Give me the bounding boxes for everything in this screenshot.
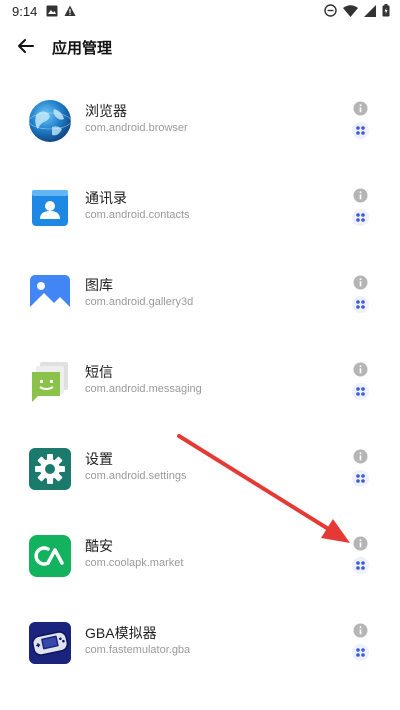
app-row-browser[interactable]: 浏览器 com.android.browser <box>0 99 400 186</box>
info-icon <box>353 101 368 116</box>
messaging-icon <box>28 360 72 404</box>
info-icon <box>353 188 368 203</box>
contacts-icon <box>28 186 72 230</box>
app-name: 通讯录 <box>85 190 127 206</box>
app-package: com.coolapk.market <box>85 557 184 569</box>
dots-grid-icon <box>352 383 369 400</box>
back-button[interactable] <box>14 34 38 58</box>
wifi-icon <box>343 4 358 17</box>
page-title: 应用管理 <box>52 40 113 57</box>
warning-icon <box>64 5 76 16</box>
dots-grid-icon <box>352 296 369 313</box>
info-icon <box>353 275 368 290</box>
arrow-left-icon <box>18 39 34 53</box>
app-name: 浏览器 <box>85 103 127 119</box>
info-button[interactable] <box>353 362 368 377</box>
app-package: com.fastemulator.gba <box>85 644 191 656</box>
battery-icon <box>382 4 390 17</box>
info-icon <box>353 362 368 377</box>
app-package: com.android.contacts <box>85 209 190 221</box>
app-row-contacts[interactable]: 通讯录 com.android.contacts <box>0 186 400 273</box>
app-row-messaging[interactable]: 短信 com.android.messaging <box>0 360 400 447</box>
status-right-icons <box>324 4 390 17</box>
status-bar: 9:14 <box>0 0 400 24</box>
app-name: 短信 <box>85 364 113 380</box>
app-action-button[interactable] <box>352 122 369 139</box>
app-name: GBA模拟器 <box>85 625 157 641</box>
app-row-gba-emulator[interactable]: GBA模拟器 com.fastemulator.gba <box>0 621 400 708</box>
app-action-button[interactable] <box>352 296 369 313</box>
globe-icon <box>28 99 72 143</box>
dots-grid-icon <box>352 122 369 139</box>
app-action-button[interactable] <box>352 383 369 400</box>
info-button[interactable] <box>353 623 368 638</box>
dots-grid-icon <box>352 557 369 574</box>
app-name: 设置 <box>85 451 113 467</box>
app-action-button[interactable] <box>352 557 369 574</box>
app-package: com.android.settings <box>85 470 187 482</box>
app-action-button[interactable] <box>352 470 369 487</box>
coolapk-icon <box>28 534 72 578</box>
settings-gear-icon <box>28 447 72 491</box>
info-button[interactable] <box>353 101 368 116</box>
info-icon <box>353 536 368 551</box>
dots-grid-icon <box>352 209 369 226</box>
app-row-gallery[interactable]: 图库 com.android.gallery3d <box>0 273 400 360</box>
info-button[interactable] <box>353 449 368 464</box>
app-name: 图库 <box>85 277 113 293</box>
info-icon <box>353 449 368 464</box>
gallery-icon <box>28 273 72 317</box>
dots-grid-icon <box>352 644 369 661</box>
app-action-button[interactable] <box>352 644 369 661</box>
app-row-coolapk[interactable]: 酷安 com.coolapk.market <box>0 534 400 621</box>
info-icon <box>353 623 368 638</box>
signal-icon <box>364 4 376 17</box>
app-package: com.android.browser <box>85 122 188 134</box>
gba-console-icon <box>28 621 72 665</box>
image-icon <box>46 5 58 17</box>
info-button[interactable] <box>353 275 368 290</box>
app-package: com.android.gallery3d <box>85 296 194 308</box>
status-left-icons <box>46 5 76 17</box>
app-bar: 应用管理 <box>0 26 400 66</box>
app-row-settings[interactable]: 设置 com.android.settings <box>0 447 400 534</box>
dots-grid-icon <box>352 470 369 487</box>
do-not-disturb-icon <box>324 4 337 17</box>
app-name: 酷安 <box>85 538 113 554</box>
info-button[interactable] <box>353 188 368 203</box>
status-time: 9:14 <box>12 4 38 19</box>
app-package: com.android.messaging <box>85 383 202 395</box>
info-button[interactable] <box>353 536 368 551</box>
app-action-button[interactable] <box>352 209 369 226</box>
